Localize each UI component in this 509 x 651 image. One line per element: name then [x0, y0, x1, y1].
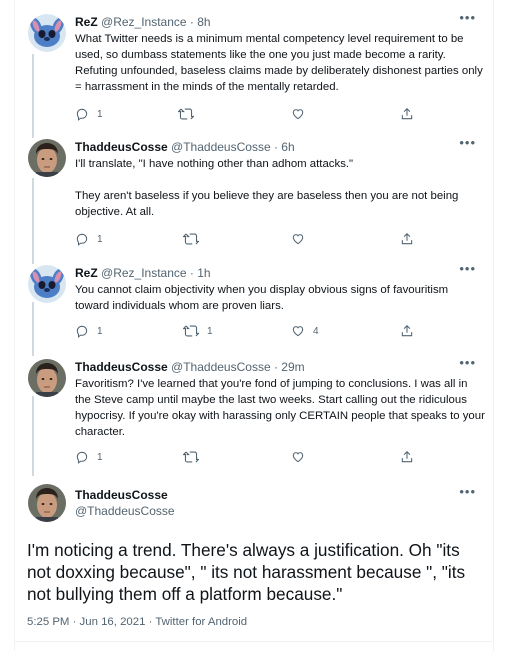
more-icon[interactable]: ••• — [459, 355, 476, 370]
main-tweet-text: I'm noticing a trend. There's always a j… — [27, 540, 466, 604]
like-icon — [292, 452, 304, 463]
retweet-icon — [183, 233, 199, 245]
reply-count: 1 — [97, 325, 103, 337]
display-name[interactable]: ThaddeusCosse — [75, 488, 168, 502]
reply-icon — [76, 233, 88, 246]
tweet-actions: 1 — [75, 231, 415, 247]
share-button[interactable] — [400, 106, 414, 122]
more-icon[interactable]: ••• — [459, 484, 476, 499]
share-button[interactable] — [400, 231, 414, 247]
like-icon — [292, 326, 304, 337]
tweet-text-line: I'll translate, "I have nothing other th… — [75, 158, 354, 170]
reply-icon — [76, 451, 88, 464]
divider — [14, 641, 492, 642]
tweet-actions: 1 — [75, 106, 415, 122]
tweet[interactable]: ThaddeusCosse @ThaddeusCosse · 29m ••• F… — [14, 355, 492, 469]
share-button[interactable] — [400, 323, 414, 339]
like-button[interactable] — [291, 449, 305, 465]
retweet-count: 1 — [207, 325, 213, 337]
like-count: 4 — [313, 325, 319, 337]
avatar[interactable] — [28, 14, 66, 52]
tweet-header: ThaddeusCosse @ThaddeusCosse · 6h — [75, 139, 295, 155]
display-name[interactable]: ThaddeusCosse — [75, 140, 168, 154]
more-icon[interactable]: ••• — [459, 261, 476, 276]
timestamp[interactable]: · 1h — [190, 266, 211, 280]
like-button[interactable] — [291, 231, 305, 247]
tweet-header: ReZ @Rez_Instance · 1h — [75, 265, 211, 281]
tweet[interactable]: ThaddeusCosse @ThaddeusCosse · 6h ••• I'… — [14, 135, 492, 249]
timestamp[interactable]: · 8h — [190, 15, 211, 29]
reply-count: 1 — [97, 233, 103, 245]
like-icon — [292, 234, 304, 245]
share-icon — [401, 451, 413, 463]
retweet-icon — [183, 451, 199, 463]
reply-icon — [76, 325, 88, 338]
avatar[interactable] — [28, 265, 66, 303]
more-icon[interactable]: ••• — [459, 135, 476, 150]
handle[interactable]: @ThaddeusCosse — [75, 504, 175, 518]
reply-count: 1 — [97, 108, 103, 120]
retweet-button[interactable] — [183, 449, 199, 465]
avatar[interactable] — [28, 139, 66, 177]
like-button[interactable]: 4 — [291, 323, 319, 339]
avatar[interactable] — [28, 359, 66, 397]
reply-button[interactable]: 1 — [75, 231, 103, 247]
display-name[interactable]: ThaddeusCosse — [75, 360, 168, 374]
tweet[interactable]: ReZ @Rez_Instance · 8h ••• What Twitter … — [14, 10, 492, 124]
timestamp[interactable]: · 6h — [274, 140, 295, 154]
share-button[interactable] — [400, 449, 414, 465]
display-name[interactable]: ReZ — [75, 15, 98, 29]
tweet-text: I'll translate, "I have nothing other th… — [75, 156, 485, 220]
tweet-actions: 1 1 4 — [75, 323, 415, 339]
share-icon — [401, 108, 413, 120]
tweet-text: You cannot claim objectivity when you di… — [75, 284, 449, 312]
tweet-actions: 1 — [75, 449, 415, 465]
retweet-button[interactable]: 1 — [183, 323, 213, 339]
reply-button[interactable]: 1 — [75, 449, 103, 465]
retweet-button[interactable] — [178, 106, 194, 122]
tweet-header: ThaddeusCosse @ThaddeusCosse · 29m — [75, 359, 305, 375]
share-icon — [401, 325, 413, 337]
tweet[interactable]: ReZ @Rez_Instance · 1h ••• You cannot cl… — [14, 261, 492, 345]
avatar[interactable] — [28, 484, 66, 522]
tweet-text: Favoritism? I've learned that you're fon… — [75, 378, 485, 438]
tweet-header: ReZ @Rez_Instance · 8h — [75, 14, 211, 30]
timestamp[interactable]: · 29m — [274, 360, 305, 374]
tweet-text-line: They aren't baseless if you believe they… — [75, 190, 459, 218]
tweet-text: What Twitter needs is a minimum mental c… — [75, 33, 483, 93]
handle[interactable]: @Rez_Instance — [101, 266, 187, 280]
handle[interactable]: @ThaddeusCosse — [171, 140, 271, 154]
handle[interactable]: @Rez_Instance — [101, 15, 187, 29]
retweet-icon — [178, 108, 194, 120]
retweet-icon — [183, 325, 199, 337]
display-name[interactable]: ReZ — [75, 266, 98, 280]
handle[interactable]: @ThaddeusCosse — [171, 360, 271, 374]
reply-count: 1 — [97, 451, 103, 463]
reply-button[interactable]: 1 — [75, 106, 103, 122]
more-icon[interactable]: ••• — [459, 10, 476, 25]
share-icon — [401, 233, 413, 245]
like-icon — [292, 109, 304, 120]
retweet-button[interactable] — [183, 231, 199, 247]
tweet-metadata[interactable]: 5:25 PM · Jun 16, 2021 · Twitter for And… — [27, 616, 247, 628]
reply-button[interactable]: 1 — [75, 323, 103, 339]
like-button[interactable] — [291, 106, 305, 122]
reply-icon — [76, 108, 88, 121]
tweet-text-line — [75, 172, 485, 188]
